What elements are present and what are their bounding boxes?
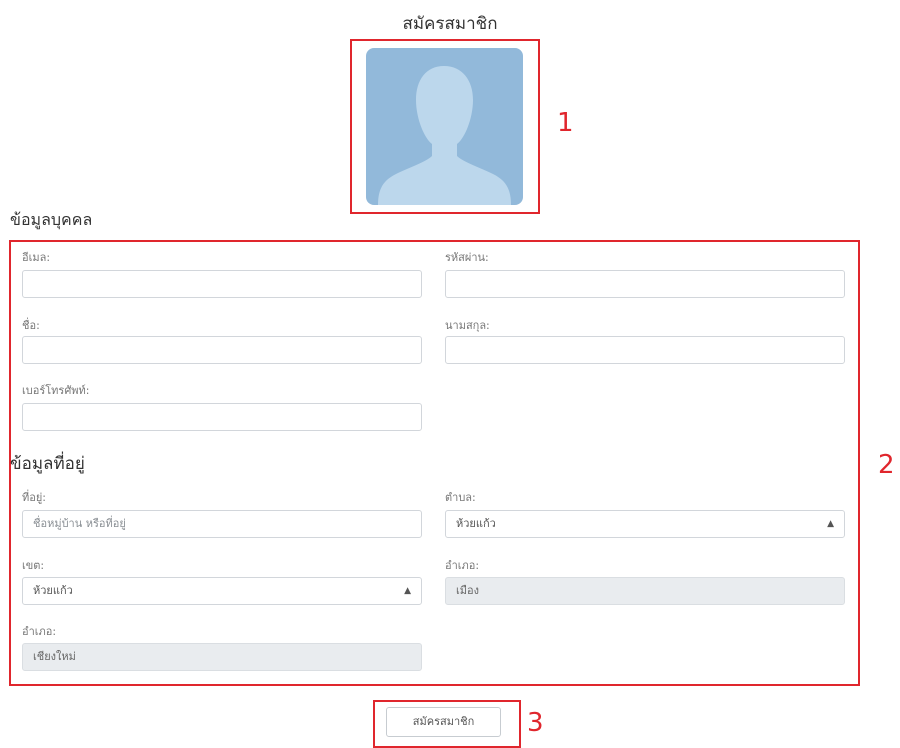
province-field: เชียงใหม่ [22, 643, 422, 671]
subdistrict-label: ตำบล: [445, 491, 476, 504]
annotation-number-1: 1 [557, 108, 574, 138]
district-label: เขต: [22, 559, 45, 572]
firstname-label: ชื่อ: [22, 319, 40, 332]
address-heading: ข้อมูลที่อยู่ [10, 454, 85, 474]
annotation-number-2: 2 [878, 450, 895, 480]
password-field[interactable] [445, 270, 845, 298]
person-silhouette-icon [378, 66, 511, 205]
amphoe-label: อำเภอ: [445, 559, 480, 572]
annotation-number-3: 3 [527, 708, 544, 738]
district-select-value: ห้วยแก้ว [33, 584, 73, 597]
updown-caret-icon: ▲︎ [827, 519, 834, 529]
register-button[interactable]: สมัครสมาชิก [386, 707, 501, 737]
subdistrict-select-value: ห้วยแก้ว [456, 517, 496, 530]
subdistrict-select[interactable]: ห้วยแก้ว ▲︎ [445, 510, 845, 538]
personal-info-heading: ข้อมูลบุคคล [10, 210, 93, 229]
updown-caret-icon: ▲︎ [404, 586, 411, 596]
email-label: อีเมล: [22, 251, 51, 264]
district-select[interactable]: ห้วยแก้ว ▲︎ [22, 577, 422, 605]
address-label: ที่อยู่: [22, 491, 47, 504]
annotation-box-2 [9, 240, 860, 686]
password-label: รหัสผ่าน: [445, 251, 489, 264]
page-title: สมัครสมาชิก [402, 14, 498, 34]
province-label: อำเภอ: [22, 625, 57, 638]
phone-label: เบอร์โทรศัพท์: [22, 384, 90, 397]
firstname-field[interactable] [22, 336, 422, 364]
amphoe-field: เมือง [445, 577, 845, 605]
address-field[interactable]: ชื่อหมู่บ้าน หรือที่อยู่ [22, 510, 422, 538]
profile-avatar[interactable] [366, 48, 523, 205]
lastname-field[interactable] [445, 336, 845, 364]
phone-field[interactable] [22, 403, 422, 431]
lastname-label: นามสกุล: [445, 319, 490, 332]
email-field[interactable] [22, 270, 422, 298]
